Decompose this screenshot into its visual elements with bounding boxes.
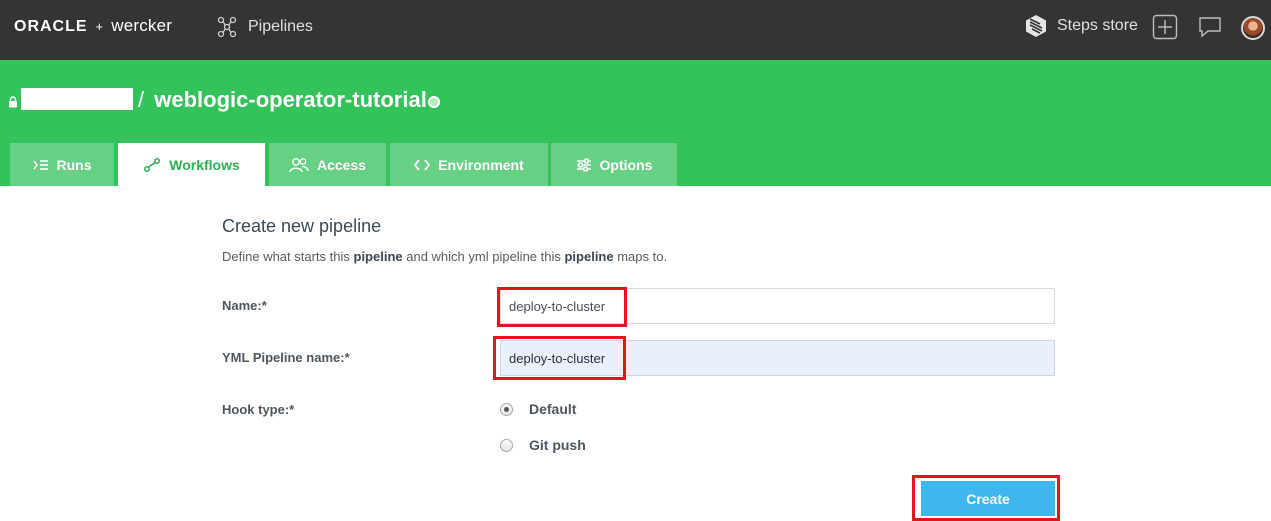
yml-pipeline-name-label: YML Pipeline name:*	[222, 350, 350, 365]
pipelines-icon	[217, 16, 237, 38]
steps-store-label: Steps store	[1057, 17, 1138, 34]
tab-runs[interactable]: Runs	[10, 143, 114, 186]
project-separator: /	[138, 87, 145, 112]
project-title[interactable]: / weblogic-operator-tutorial	[138, 87, 427, 113]
tab-access[interactable]: Access	[269, 143, 386, 186]
chat-icon[interactable]	[1197, 14, 1223, 40]
radio-button-checked[interactable]	[500, 402, 513, 416]
tab-options[interactable]: Options	[551, 143, 677, 186]
hook-type-git-push-option[interactable]: Git push	[500, 437, 586, 453]
redacted-owner-name	[21, 88, 133, 110]
tab-runs-label: Runs	[56, 156, 92, 173]
hook-type-default-option[interactable]: Default	[500, 401, 576, 417]
project-name: weblogic-operator-tutorial	[154, 87, 427, 112]
add-icon[interactable]	[1152, 14, 1178, 40]
lock-icon	[9, 96, 17, 108]
form-description-text: Define what starts this	[222, 249, 354, 264]
brand-wercker: wercker	[111, 16, 173, 35]
steps-store-link[interactable]: Steps store	[1024, 13, 1138, 39]
form-description-text: and which yml pipeline this	[402, 249, 565, 264]
form-description-bold: pipeline	[353, 249, 403, 264]
tab-access-label: Access	[316, 156, 367, 173]
tab-environment-label: Environment	[438, 156, 524, 173]
form-description: Define what starts this pipeline and whi…	[222, 249, 667, 264]
pipelines-nav-link[interactable]: Pipelines	[216, 14, 313, 40]
name-label: Name:*	[222, 298, 267, 313]
runs-icon	[32, 159, 48, 170]
form-description-bold: pipeline	[564, 249, 614, 264]
project-header: / weblogic-operator-tutorial Runs Workfl…	[0, 60, 1271, 186]
workflows-icon	[144, 157, 161, 172]
user-avatar[interactable]	[1241, 16, 1265, 40]
brand-oracle: ORACLE	[14, 18, 88, 35]
steps-store-icon	[1026, 15, 1046, 37]
github-repo-icon[interactable]	[428, 96, 440, 108]
tab-workflows[interactable]: Workflows	[118, 143, 265, 186]
tab-options-label: Options	[599, 156, 653, 173]
code-icon	[414, 158, 431, 171]
hook-type-default-label: Default	[529, 401, 577, 417]
tab-environment[interactable]: Environment	[390, 143, 548, 186]
create-button[interactable]: Create	[921, 481, 1055, 516]
tab-workflows-label: Workflows	[169, 156, 240, 173]
top-navigation-bar: ORACLE + wercker Pipelines Steps store	[0, 0, 1271, 60]
oracle-wercker-logo[interactable]: ORACLE + wercker	[14, 16, 172, 36]
brand-plus: +	[95, 19, 104, 34]
yml-pipeline-name-input[interactable]	[500, 340, 1055, 376]
pipelines-label: Pipelines	[248, 18, 313, 35]
pipeline-name-input[interactable]	[500, 288, 1055, 324]
radio-button[interactable]	[500, 438, 513, 452]
hook-type-label: Hook type:*	[222, 402, 295, 417]
access-icon	[289, 157, 309, 172]
options-icon	[576, 158, 591, 171]
form-title: Create new pipeline	[222, 216, 382, 236]
hook-type-git-push-label: Git push	[529, 437, 586, 453]
form-description-text: maps to.	[613, 249, 668, 264]
